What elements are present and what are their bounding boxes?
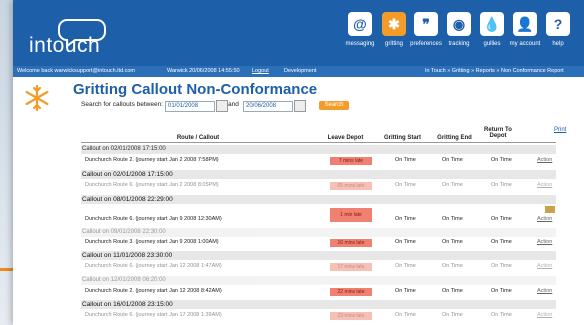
table-row: Dunchurch Route 3. (journey start Jan 9 … (81, 239, 556, 249)
calendar-icon[interactable] (216, 100, 228, 112)
calendar-icon[interactable] (294, 100, 306, 112)
action-link[interactable]: Action (537, 239, 552, 245)
callout-header: Callout on 12/01/2008 06:20:00 (81, 276, 556, 285)
question-icon: ? (546, 12, 570, 36)
late-badge: 65 mins late (330, 182, 372, 190)
nav-label: help (552, 41, 564, 47)
callout-header: Callout on 09/01/2008 22:30:00 (81, 228, 556, 237)
return-cell: On Time (491, 182, 512, 188)
col-header-end: Gritting End (437, 135, 472, 141)
logout-link[interactable]: Logout (252, 66, 269, 77)
breadcrumb[interactable]: In Touch » Gritting » Reports » Non Conf… (425, 66, 564, 77)
callout-header: Callout on 11/01/2008 23:30:00 (81, 251, 556, 260)
start-cell: On Time (395, 312, 416, 318)
route-cell: Dunchurch Route 2. (journey start Jan 2 … (85, 157, 219, 163)
nav-label: gullies (483, 41, 501, 47)
end-cell: On Time (442, 182, 463, 188)
and-label: and (228, 101, 239, 108)
table-row: 1 min late Dunchurch Route 6. (journey s… (81, 206, 556, 228)
app-logo-text: intouch (29, 34, 101, 57)
end-cell: On Time (442, 288, 463, 294)
table-row: Dunchurch Route 6. (journey start Jan 2 … (81, 182, 556, 192)
header-divider (81, 142, 556, 143)
start-cell: On Time (395, 216, 416, 222)
welcome-text: Welcome back warwicksupport@intouch.ltd.… (17, 68, 135, 74)
callout-header: Callout on 16/01/2008 23:15:00 (81, 300, 556, 309)
date-from-input[interactable]: 01/01/2008 (165, 101, 215, 112)
table-row: Dunchurch Route 6. (journey start Jan 17… (81, 312, 556, 322)
col-header-leave: Leave Depot (327, 135, 364, 141)
search-label: Search for callouts between: (81, 101, 164, 108)
col-header-return: Return To Depot (484, 127, 512, 139)
action-link[interactable]: Action (537, 288, 552, 294)
search-button[interactable]: Search (319, 101, 349, 110)
return-cell: On Time (491, 312, 512, 318)
orange-tab (0, 268, 14, 271)
nav-help[interactable]: ? help (534, 12, 582, 47)
late-badge: 23 mins late (330, 312, 372, 320)
start-cell: On Time (395, 288, 416, 294)
return-cell: On Time (491, 216, 512, 222)
end-cell: On Time (442, 312, 463, 318)
table-row: Dunchurch Route 2. (journey start Jan 12… (81, 288, 556, 298)
late-badge: 22 mins late (330, 288, 372, 296)
return-cell: On Time (491, 288, 512, 294)
end-cell: On Time (442, 157, 463, 163)
start-cell: On Time (395, 263, 416, 269)
return-cell: On Time (491, 263, 512, 269)
route-cell: Dunchurch Route 3. (journey start Jan 9 … (85, 239, 219, 245)
start-cell: On Time (395, 182, 416, 188)
route-cell: Dunchurch Route 6. (journey start Jan 9 … (85, 216, 222, 222)
late-badge: 7 mins late (330, 157, 372, 165)
col-header-route: Route / Callout (176, 135, 220, 141)
return-cell: On Time (491, 239, 512, 245)
route-cell: Dunchurch Route 6. (journey start Jan 12… (85, 263, 222, 269)
at-icon: @ (348, 12, 372, 36)
print-link[interactable]: Print (554, 127, 566, 133)
end-cell: On Time (442, 263, 463, 269)
return-cell: On Time (491, 157, 512, 163)
action-link[interactable]: Action (537, 263, 552, 269)
col-header-start: Gritting Start (384, 135, 421, 141)
snowflake-icon (25, 84, 49, 112)
end-cell: On Time (442, 216, 463, 222)
date-to-input[interactable]: 20/06/2008 (243, 101, 293, 112)
app-window: intouch @ messaging ✱ gritting ❞ prefere… (13, 0, 584, 325)
note-icon[interactable] (545, 206, 555, 213)
nav-label: tracking (448, 41, 470, 47)
end-cell: On Time (442, 239, 463, 245)
development-label: Development (284, 68, 317, 74)
callout-header: Callout on 02/01/2008 17:15:00 (81, 145, 556, 154)
action-link[interactable]: Action (537, 216, 552, 222)
status-bar: Welcome back warwicksupport@intouch.ltd.… (13, 66, 584, 77)
route-cell: Dunchurch Route 2. (journey start Jan 12… (85, 288, 222, 294)
route-cell: Dunchurch Route 6. (journey start Jan 2 … (85, 182, 219, 188)
start-cell: On Time (395, 239, 416, 245)
action-link[interactable]: Action (537, 157, 552, 163)
late-badge: 16 mins late (330, 239, 372, 247)
action-link[interactable]: Action (537, 312, 552, 318)
table-row: Dunchurch Route 6. (journey start Jan 12… (81, 263, 556, 273)
org-datetime: Warwick 20/06/2008 14:55:50 (167, 68, 240, 74)
callout-header: Callout on 02/01/2008 17:15:00 (81, 170, 556, 179)
callout-header: Callout on 08/01/2008 22:29:00 (81, 195, 556, 204)
app-header: intouch @ messaging ✱ gritting ❞ prefere… (13, 0, 584, 66)
late-badge: 17 mins late (330, 263, 372, 271)
page-title: Gritting Callout Non-Conformance (73, 81, 318, 98)
late-badge: 1 min late (330, 208, 372, 222)
table-row: Dunchurch Route 2. (journey start Jan 2 … (81, 157, 556, 167)
nav-label: gritting (384, 41, 403, 47)
route-cell: Dunchurch Route 6. (journey start Jan 17… (85, 312, 222, 318)
action-link[interactable]: Action (537, 182, 552, 188)
start-cell: On Time (395, 157, 416, 163)
